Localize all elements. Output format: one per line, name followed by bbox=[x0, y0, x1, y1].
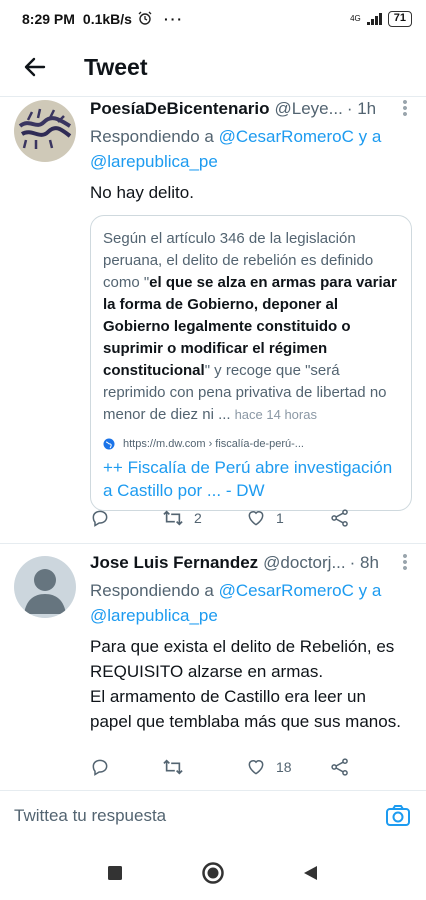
tweet-divider bbox=[0, 543, 426, 544]
replying-to: Respondiendo a @CesarRomeroC y a @larepu… bbox=[90, 124, 412, 174]
retweet-icon bbox=[163, 510, 183, 526]
back-nav-icon bbox=[304, 865, 317, 880]
reply-mention-2[interactable]: @larepublica_pe bbox=[90, 606, 218, 625]
like-count: 1 bbox=[276, 510, 284, 526]
card-url: https://m.dw.com › fiscalía-de-perú-... bbox=[123, 438, 304, 450]
share-button[interactable] bbox=[330, 757, 350, 777]
reply-input[interactable]: Twittea tu respuesta bbox=[14, 806, 166, 826]
like-button[interactable]: 18 bbox=[246, 757, 330, 777]
avatar[interactable] bbox=[14, 100, 76, 162]
card-title[interactable]: ++ Fiscalía de Perú abre investigación a… bbox=[103, 456, 399, 502]
like-count: 18 bbox=[276, 759, 292, 775]
camera-icon[interactable] bbox=[384, 802, 412, 830]
author-name[interactable]: Jose Luis Fernandez bbox=[90, 553, 258, 573]
more-icon[interactable]: • • • bbox=[398, 95, 412, 122]
replying-prefix: Respondiendo a bbox=[90, 581, 214, 600]
reply-button[interactable] bbox=[90, 508, 162, 528]
card-snippet: Según el artículo 346 de la legislación … bbox=[103, 228, 399, 426]
like-icon bbox=[248, 760, 264, 775]
reply-icon bbox=[92, 759, 108, 776]
tweet-actions: 18 bbox=[90, 752, 386, 782]
home-icon bbox=[202, 861, 224, 884]
tweet-time: · 1h bbox=[346, 99, 377, 118]
header-divider bbox=[0, 96, 426, 97]
status-bar: 8:29 PM 0.1kB/s ··· 4G 71 bbox=[0, 0, 426, 38]
reply-mention-2[interactable]: @larepublica_pe bbox=[90, 152, 218, 171]
tweet-text: No hay delito. bbox=[90, 183, 194, 202]
battery-indicator: 71 bbox=[387, 11, 412, 27]
reply-button[interactable] bbox=[90, 757, 162, 777]
like-button[interactable]: 1 bbox=[246, 508, 330, 528]
tweet-header: PoesíaDeBicentenario @Leye... · 1h • • • bbox=[90, 95, 412, 122]
avatar[interactable] bbox=[14, 556, 76, 618]
share-icon bbox=[331, 758, 348, 776]
tweet-header: Jose Luis Fernandez @doctorj... · 8h • • • bbox=[90, 549, 412, 576]
more-notifications-icon: ··· bbox=[163, 11, 184, 27]
page-title: Tweet bbox=[84, 53, 148, 80]
retweet-button[interactable] bbox=[162, 757, 246, 777]
tweet-text-line-1: Para que exista el delito de Rebelión, e… bbox=[90, 637, 395, 681]
retweet-count: 2 bbox=[194, 510, 202, 526]
reply-composer[interactable]: Twittea tu respuesta bbox=[0, 790, 426, 840]
card-site: https://m.dw.com › fiscalía-de-perú-... bbox=[103, 438, 399, 450]
back-nav-button[interactable] bbox=[297, 859, 325, 887]
status-time: 8:29 PM bbox=[22, 11, 75, 27]
tweet-actions: 2 1 bbox=[90, 503, 386, 533]
like-icon bbox=[248, 511, 264, 526]
author-handle[interactable]: @Leye... bbox=[275, 99, 343, 119]
more-icon[interactable]: • • • bbox=[398, 549, 412, 576]
top-app-bar: Tweet bbox=[0, 38, 426, 96]
back-arrow-icon bbox=[24, 57, 46, 77]
back-button[interactable] bbox=[0, 38, 70, 96]
reply-mentions[interactable]: @CesarRomeroC y a bbox=[219, 581, 382, 600]
tweet-time: · 8h bbox=[349, 553, 379, 572]
replying-to: Respondiendo a @CesarRomeroC y a @larepu… bbox=[90, 578, 412, 628]
reply-icon bbox=[92, 510, 108, 527]
author-name[interactable]: PoesíaDeBicentenario bbox=[90, 99, 270, 119]
card-time: hace 14 horas bbox=[234, 407, 317, 422]
system-nav-bar bbox=[0, 845, 426, 900]
signal-icon bbox=[366, 13, 382, 25]
author-handle[interactable]: @doctorj... bbox=[263, 553, 345, 573]
status-speed: 0.1kB/s bbox=[82, 11, 132, 27]
link-card[interactable]: Según el artículo 346 de la legislación … bbox=[90, 215, 412, 511]
recents-button[interactable] bbox=[101, 859, 129, 887]
alarm-icon bbox=[138, 11, 152, 28]
tweet-text: Para que exista el delito de Rebelión, e… bbox=[90, 634, 412, 734]
network-type: 4G bbox=[350, 14, 361, 23]
globe-icon bbox=[103, 438, 115, 450]
replying-prefix: Respondiendo a bbox=[90, 127, 214, 146]
recents-icon bbox=[108, 865, 122, 880]
retweet-icon bbox=[163, 759, 183, 775]
share-icon bbox=[331, 509, 348, 527]
home-button[interactable] bbox=[199, 859, 227, 887]
tweet-text-line-2: El armamento de Castillo era leer un pap… bbox=[90, 687, 401, 731]
reply-mentions[interactable]: @CesarRomeroC y a bbox=[219, 127, 382, 146]
share-button[interactable] bbox=[330, 508, 350, 528]
retweet-button[interactable]: 2 bbox=[162, 508, 246, 528]
